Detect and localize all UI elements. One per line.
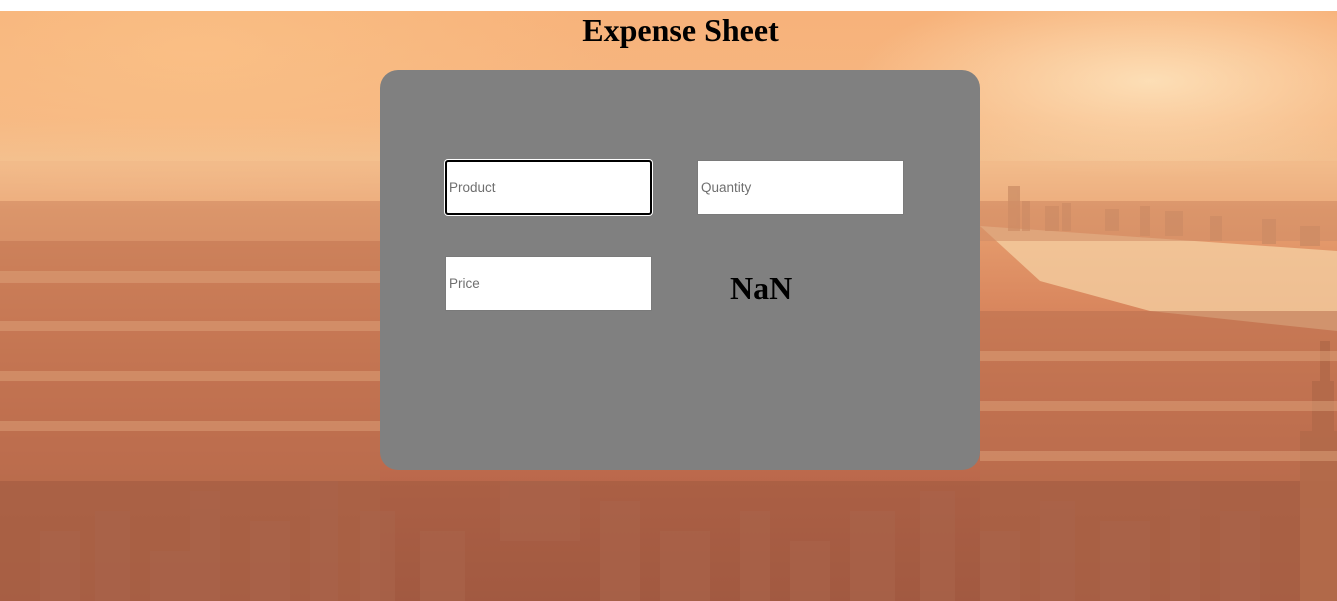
expense-form-panel: NaN bbox=[380, 70, 980, 470]
price-input[interactable] bbox=[445, 256, 652, 311]
top-strip bbox=[0, 0, 1337, 11]
product-input[interactable] bbox=[445, 160, 652, 215]
page-title: Expense Sheet bbox=[582, 12, 779, 48]
quantity-input[interactable] bbox=[697, 160, 904, 215]
total-value: NaN bbox=[730, 270, 793, 306]
